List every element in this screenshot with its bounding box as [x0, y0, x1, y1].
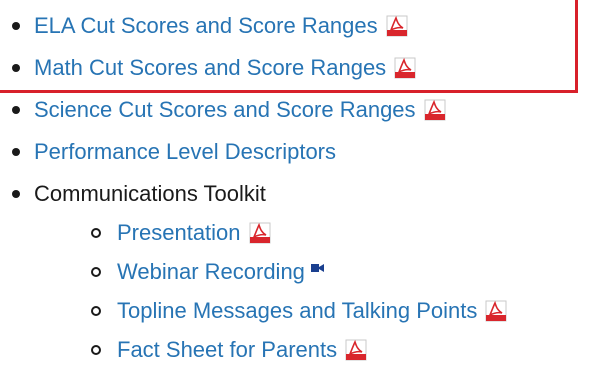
webinar-recording-link[interactable]: Webinar Recording	[117, 259, 305, 285]
bullet-circle	[91, 306, 101, 316]
bullet-disc	[12, 148, 20, 156]
sub-item-webinar-recording: Webinar Recording	[91, 255, 324, 289]
math-cut-scores-link[interactable]: Math Cut Scores and Score Ranges	[34, 55, 386, 81]
bullet-disc	[12, 106, 20, 114]
bullet-circle	[91, 228, 101, 238]
video-camera-icon[interactable]	[310, 263, 324, 273]
ela-cut-scores-link[interactable]: ELA Cut Scores and Score Ranges	[34, 13, 378, 39]
presentation-link[interactable]: Presentation	[117, 220, 241, 246]
pdf-icon[interactable]	[386, 15, 408, 37]
communications-toolkit-label: Communications Toolkit	[34, 181, 266, 206]
bullet-disc	[12, 64, 20, 72]
pdf-icon[interactable]	[394, 57, 416, 79]
sub-item-topline-messages: Topline Messages and Talking Points	[91, 294, 507, 328]
list-item-math-cut-scores: Math Cut Scores and Score Ranges	[12, 51, 416, 85]
topline-messages-link[interactable]: Topline Messages and Talking Points	[117, 298, 477, 324]
resource-list: ELA Cut Scores and Score Ranges Math Cut…	[0, 0, 598, 363]
bullet-disc	[12, 190, 20, 198]
pdf-icon[interactable]	[249, 222, 271, 244]
list-item-ela-cut-scores: ELA Cut Scores and Score Ranges	[12, 9, 408, 43]
performance-level-descriptors-link[interactable]: Performance Level Descriptors	[34, 139, 336, 165]
pdf-icon[interactable]	[345, 339, 367, 361]
list-item-performance-level-descriptors: Performance Level Descriptors	[12, 135, 336, 169]
pdf-icon[interactable]	[485, 300, 507, 322]
bullet-circle	[91, 345, 101, 355]
science-cut-scores-link[interactable]: Science Cut Scores and Score Ranges	[34, 97, 416, 123]
bullet-disc	[12, 22, 20, 30]
fact-sheet-link[interactable]: Fact Sheet for Parents	[117, 337, 337, 363]
list-item-science-cut-scores: Science Cut Scores and Score Ranges	[12, 93, 446, 127]
bullet-circle	[91, 267, 101, 277]
pdf-icon[interactable]	[424, 99, 446, 121]
sub-item-fact-sheet: Fact Sheet for Parents	[91, 333, 367, 367]
sub-item-presentation: Presentation	[91, 216, 271, 250]
list-item-communications-toolkit: Communications Toolkit	[12, 177, 266, 211]
